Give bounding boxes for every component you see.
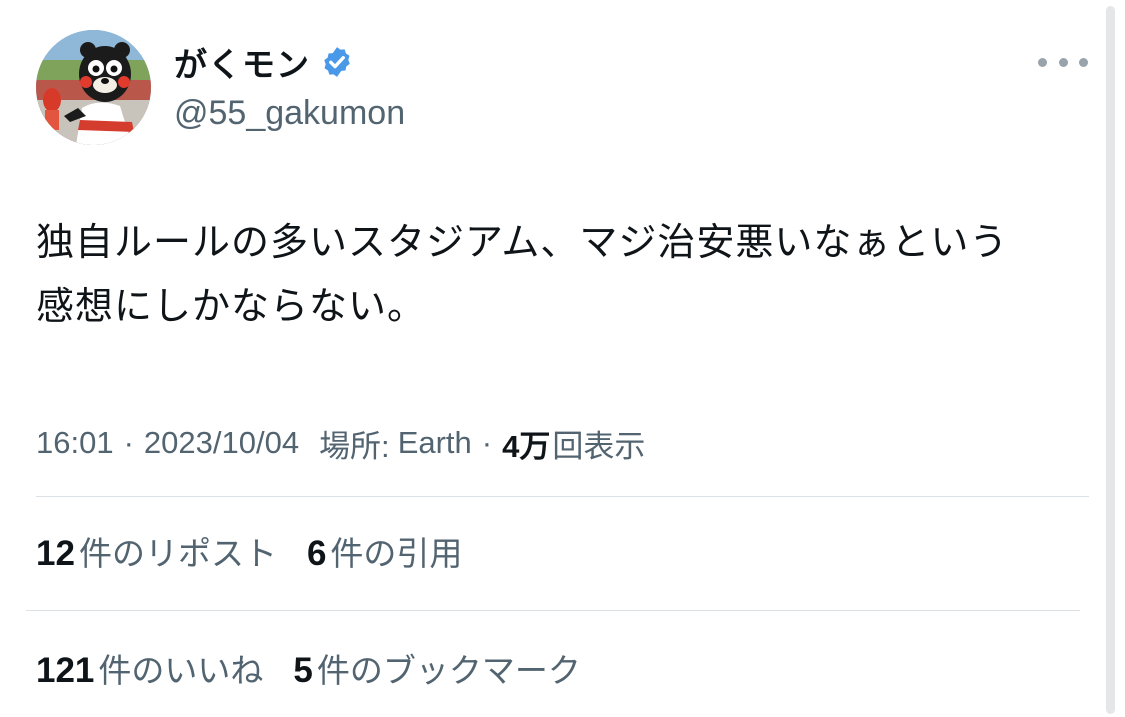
meta-separator: · <box>123 425 134 460</box>
tweet-meta: 16:01 · 2023/10/04 場所: Earth · 4万 回表示 <box>36 418 645 468</box>
more-dot <box>1038 57 1047 67</box>
user-handle[interactable]: @55_gakumon <box>174 94 405 133</box>
stats-row-reposts: 12 件のリポスト 6 件の引用 <box>36 526 492 576</box>
repost-count-number: 12 <box>36 534 75 573</box>
verified-badge-icon <box>324 47 350 77</box>
display-name[interactable]: がくモン <box>174 38 310 86</box>
stats-row-likes: 121 件のいいね 5 件のブックマーク <box>36 643 611 693</box>
avatar[interactable] <box>36 30 151 145</box>
scrollbar[interactable] <box>1106 6 1115 714</box>
author-info: がくモン @55_gakumon <box>174 40 405 133</box>
like-count-label: 件のいいね <box>98 651 264 690</box>
tweet-date[interactable]: 2023/10/04 <box>144 425 299 461</box>
bookmark-count-label: 件のブックマーク <box>316 651 581 690</box>
display-name-row: がくモン <box>174 40 405 84</box>
meta-separator: · <box>481 425 493 460</box>
more-dot <box>1058 57 1068 67</box>
repost-count[interactable]: 12 件のリポスト <box>36 527 277 575</box>
divider <box>36 496 1089 497</box>
views-label: 回表示 <box>552 428 646 464</box>
place-label: 場所: <box>319 428 390 464</box>
tweet-detail: がくモン @55_gakumon 独自ルールの多いスタジアム、マジ治安悪いなぁと… <box>0 0 1125 717</box>
views-count: 4万 <box>502 428 551 464</box>
bookmark-count[interactable]: 5 件のブックマーク <box>293 644 580 692</box>
like-count[interactable]: 121 件のいいね <box>36 644 263 692</box>
like-count-number: 121 <box>36 651 95 690</box>
divider <box>26 610 1080 611</box>
repost-count-label: 件のリポスト <box>78 534 277 573</box>
bookmark-count-number: 5 <box>293 651 313 690</box>
quote-count-label: 件の引用 <box>330 534 463 573</box>
place-value[interactable]: Earth <box>398 425 472 461</box>
quote-count[interactable]: 6 件の引用 <box>307 527 462 575</box>
tweet-text: 独自ルールの多いスタジアム、マジ治安悪いなぁという 感想にしかならない。 <box>36 220 1009 328</box>
quote-count-number: 6 <box>306 534 327 573</box>
more-horizontal-icon[interactable] <box>1038 50 1088 74</box>
more-dot <box>1079 57 1088 67</box>
tweet-time[interactable]: 16:01 <box>36 425 114 461</box>
